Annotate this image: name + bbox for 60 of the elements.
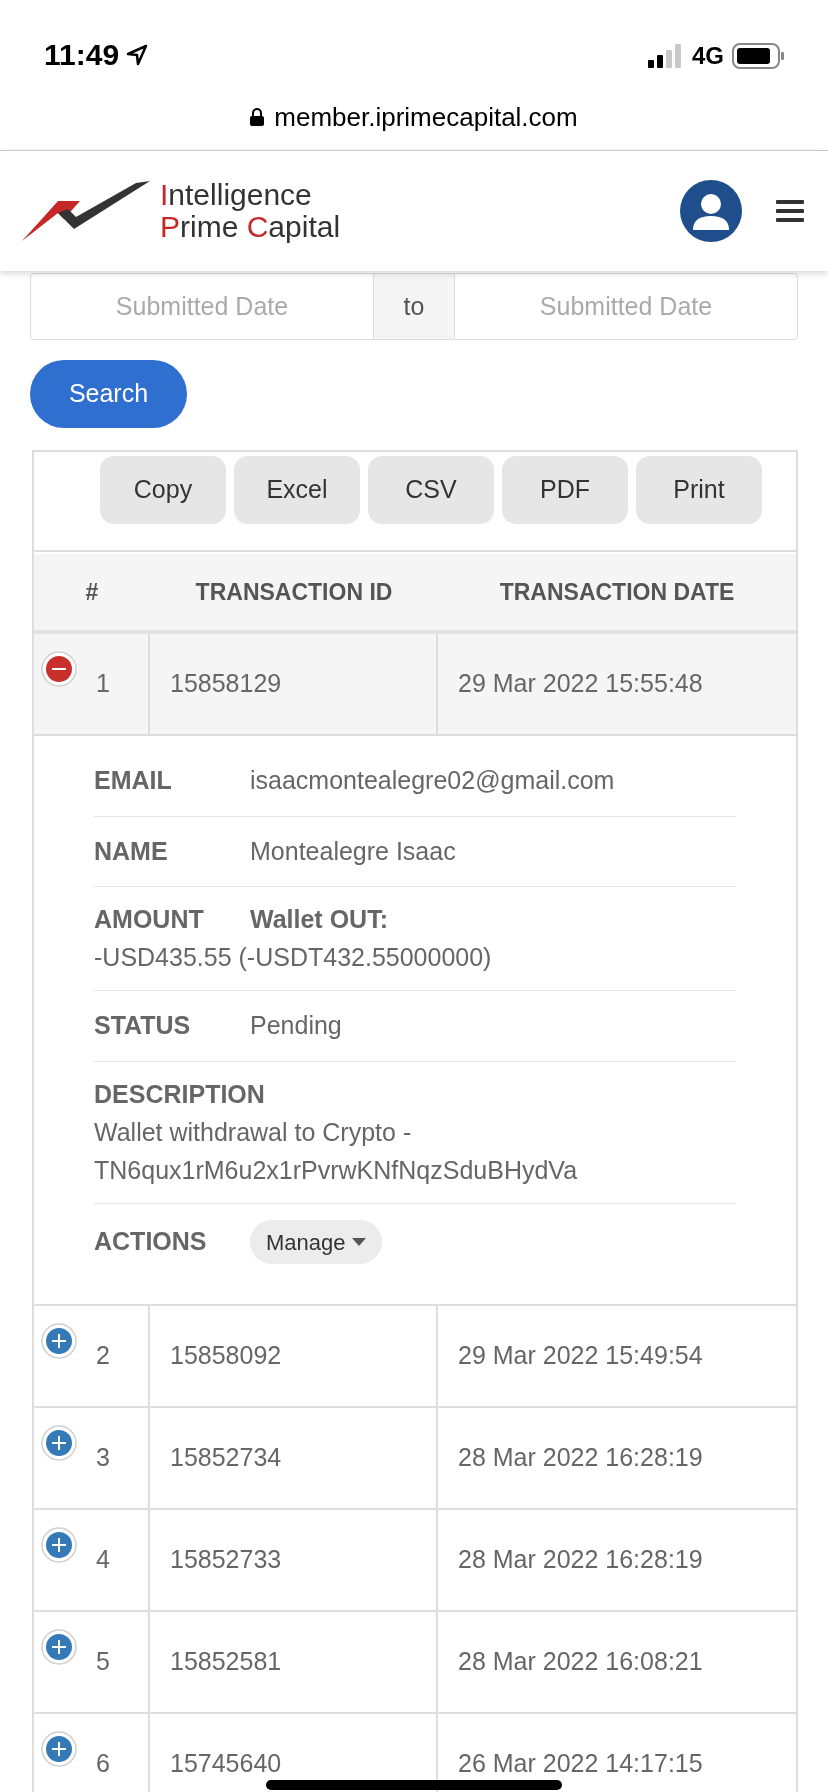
expand-icon[interactable] — [40, 1424, 78, 1462]
row-number: 4 — [96, 1544, 110, 1576]
transaction-id: 15852733 — [170, 1544, 282, 1576]
column-header[interactable]: TRANSACTION DATE — [438, 554, 796, 630]
detail-value: Montealegre Isaac — [250, 835, 456, 867]
detail-label: AMOUNT — [94, 904, 205, 935]
detail-label: DESCRIPTION — [94, 1078, 266, 1110]
from-date-field[interactable]: Submitted Date — [30, 273, 374, 340]
detail-value: Pending — [250, 1010, 342, 1041]
column-header[interactable]: # — [34, 554, 150, 630]
detail-value-label: Wallet OUT: — [250, 904, 388, 935]
status-time: 11:49 — [44, 37, 120, 73]
location-arrow-icon — [125, 42, 150, 67]
user-avatar-icon[interactable] — [680, 180, 742, 242]
detail-value: isaacmontealegre02@gmail.com — [250, 765, 615, 796]
transaction-id: 15852734 — [170, 1442, 282, 1474]
network-type: 4G — [692, 41, 724, 71]
transaction-id: 15858092 — [170, 1340, 282, 1372]
row-number: 6 — [96, 1748, 110, 1780]
row-number: 1 — [96, 668, 110, 700]
column-header[interactable]: TRANSACTION ID — [150, 554, 438, 630]
transaction-id: 15858129 — [170, 668, 282, 700]
detail-value: -USD435.55 (-USDT432.55000000) — [94, 941, 493, 973]
manage-dropdown[interactable]: Manage — [250, 1220, 382, 1264]
expand-icon[interactable] — [40, 1628, 78, 1666]
lock-icon — [250, 108, 265, 126]
transaction-id: 15852581 — [170, 1646, 282, 1678]
detail-label: NAME — [94, 835, 169, 867]
caret-icon — [351, 1238, 366, 1246]
expand-icon[interactable] — [40, 1730, 78, 1768]
signal-icon — [648, 44, 684, 68]
transaction-date: 26 Mar 2022 14:17:15 — [458, 1748, 703, 1780]
transaction-date: 28 Mar 2022 16:28:19 — [458, 1442, 703, 1474]
row-number: 5 — [96, 1646, 110, 1678]
export-button[interactable]: Print — [636, 456, 762, 524]
transaction-id: 15745640 — [170, 1748, 282, 1780]
row-number: 2 — [96, 1340, 110, 1372]
export-button[interactable]: Copy — [100, 456, 226, 524]
detail-label: EMAIL — [94, 765, 173, 796]
export-button[interactable]: Excel — [234, 456, 360, 524]
search-button[interactable]: Search — [30, 360, 187, 428]
detail-label: ACTIONS — [94, 1226, 208, 1258]
date-separator: to — [374, 273, 454, 340]
battery-icon — [732, 43, 784, 69]
url-text[interactable]: member.iprimecapital.com — [274, 97, 578, 137]
collapse-icon[interactable] — [40, 650, 78, 688]
menu-icon[interactable] — [776, 199, 804, 223]
export-button[interactable]: PDF — [502, 456, 628, 524]
export-button[interactable]: CSV — [368, 456, 494, 524]
transaction-date: 28 Mar 2022 16:28:19 — [458, 1544, 703, 1576]
transaction-date: 28 Mar 2022 16:08:21 — [458, 1646, 703, 1678]
row-number: 3 — [96, 1442, 110, 1474]
detail-label: STATUS — [94, 1010, 192, 1041]
to-date-field[interactable]: Submitted Date — [454, 273, 798, 340]
transaction-date: 29 Mar 2022 15:55:48 — [458, 668, 703, 700]
transaction-date: 29 Mar 2022 15:49:54 — [458, 1340, 703, 1372]
expand-icon[interactable] — [40, 1526, 78, 1564]
logo-icon — [20, 179, 152, 243]
logo-text: Intelligence Prime Capital — [160, 179, 341, 243]
expand-icon[interactable] — [40, 1322, 78, 1360]
